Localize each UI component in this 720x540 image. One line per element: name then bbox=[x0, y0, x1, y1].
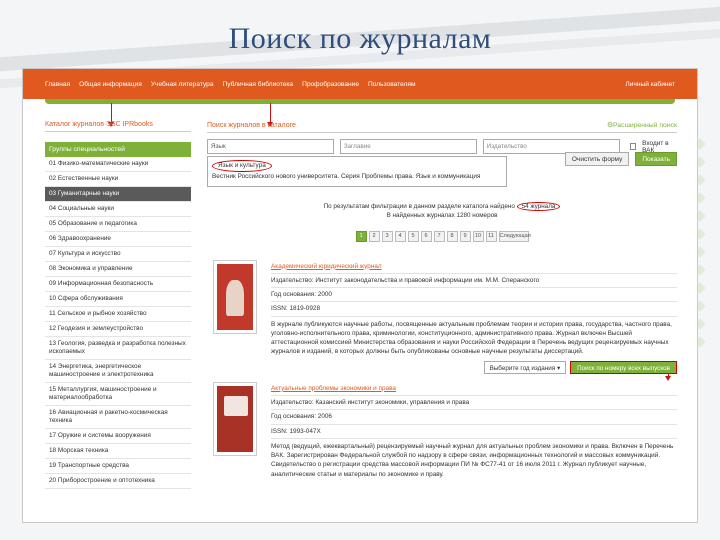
nav-item-account[interactable]: Личный кабинет bbox=[625, 81, 675, 88]
journal-year: Год основания: 2006 bbox=[271, 410, 677, 425]
journal-year: Год основания: 2000 bbox=[271, 288, 677, 303]
page-6[interactable]: 6 bbox=[420, 230, 432, 242]
result-issues: В найденных журналах 1280 номеров bbox=[386, 211, 498, 219]
catalog-sidebar: Каталог журналов ЭБС IPRbooks Группы спе… bbox=[45, 121, 191, 489]
sidebar-item-08[interactable]: 08 Экономика и управление bbox=[45, 262, 191, 277]
advanced-search-link[interactable]: Расширенный поиск bbox=[607, 121, 677, 129]
journal-entry: Актуальные проблемы экономики и права Из… bbox=[207, 381, 677, 479]
sidebar-item-11[interactable]: 11 Сельское и рыбное хозяйство bbox=[45, 307, 191, 322]
nav-item-public-library[interactable]: Публичная библиотека bbox=[223, 81, 294, 88]
search-main: Поиск журналов в каталоге Расширенный по… bbox=[207, 121, 677, 479]
sidebar-item-05[interactable]: 05 Образование и педагогика bbox=[45, 217, 191, 232]
journal-issn: ISSN: 1819-0928 bbox=[271, 302, 677, 317]
journal-actions: Выберите год издания Поиск по номеру все… bbox=[271, 360, 677, 374]
website-screenshot: Главная Общая информация Учебная литерат… bbox=[22, 68, 698, 523]
page-1[interactable]: 1 bbox=[355, 230, 367, 242]
page-9[interactable]: 9 bbox=[459, 230, 471, 242]
journal-description: Метод (ведущий, ежеквартальный) рецензир… bbox=[271, 442, 674, 478]
form-buttons: Очистить форму Показать bbox=[564, 152, 677, 166]
sidebar-item-06[interactable]: 06 Здравоохранение bbox=[45, 232, 191, 247]
sidebar-item-18[interactable]: 18 Морская техника bbox=[45, 444, 191, 459]
top-navigation: Главная Общая информация Учебная литерат… bbox=[23, 69, 697, 99]
sidebar-item-10[interactable]: 10 Сфера обслуживания bbox=[45, 292, 191, 307]
journal-cover[interactable] bbox=[213, 381, 257, 456]
page-5[interactable]: 5 bbox=[407, 230, 419, 242]
search-header: Поиск журналов в каталоге Расширенный по… bbox=[207, 121, 677, 133]
result-summary: По результатам фильтрации в данном разде… bbox=[207, 201, 677, 211]
slide-title: Поиск по журналам bbox=[228, 22, 492, 55]
show-button[interactable]: Показать bbox=[635, 152, 677, 166]
sidebar-header: Группы специальностей bbox=[45, 142, 191, 157]
search-title: Поиск журналов в каталоге bbox=[207, 121, 296, 129]
nav-item-textbooks[interactable]: Учебная литература bbox=[151, 81, 214, 88]
sidebar-item-19[interactable]: 19 Транспортные средства bbox=[45, 459, 191, 474]
autocomplete-selected-row[interactable]: Язык и культура bbox=[212, 160, 502, 173]
red-arrow-left bbox=[108, 103, 114, 127]
sidebar-item-02[interactable]: 02 Естественные науки bbox=[45, 172, 191, 187]
nav-item-users[interactable]: Пользователям bbox=[368, 81, 415, 88]
journal-entry: Академический юридический журнал Издател… bbox=[207, 259, 677, 374]
sidebar-item-13[interactable]: 13 Геология, разведка и разработка полез… bbox=[45, 337, 191, 360]
search-issues-button[interactable]: Поиск по номеру всех выпусков bbox=[570, 360, 677, 374]
pagination: 1 2 3 4 5 6 7 8 9 10 11 Следующая bbox=[207, 230, 677, 242]
page-8[interactable]: 8 bbox=[446, 230, 458, 242]
journal-description: В журнале публикуются научные работы, по… bbox=[271, 320, 672, 356]
sidebar-item-07[interactable]: 07 Культура и искусство bbox=[45, 247, 191, 262]
sidebar-item-12[interactable]: 12 Геодезия и землеустройство bbox=[45, 322, 191, 337]
sidebar-title: Каталог журналов ЭБС IPRbooks bbox=[45, 121, 191, 132]
nav-item-prof-education[interactable]: Профобразование bbox=[302, 81, 359, 88]
autocomplete-dropdown: Язык и культура Вестник Российского ново… bbox=[207, 156, 507, 187]
page-7[interactable]: 7 bbox=[433, 230, 445, 242]
year-select[interactable]: Выберите год издания bbox=[483, 360, 567, 374]
result-text: По результатам фильтрации в данном разде… bbox=[323, 202, 515, 210]
sidebar-item-15[interactable]: 15 Металлургия, машиностроение и материа… bbox=[45, 383, 191, 406]
sidebar-item-09[interactable]: 09 Информационная безопасность bbox=[45, 277, 191, 292]
autocomplete-option[interactable]: Вестник Российского нового университета.… bbox=[212, 172, 502, 182]
journal-publisher: Издательство: Институт законодательства … bbox=[271, 274, 677, 289]
page-2[interactable]: 2 bbox=[368, 230, 380, 242]
clear-form-button[interactable]: Очистить форму bbox=[564, 152, 630, 166]
nav-item-home[interactable]: Главная bbox=[45, 81, 70, 88]
autocomplete-selected: Язык и культура bbox=[212, 160, 272, 173]
journal-details: Академический юридический журнал Издател… bbox=[271, 260, 677, 374]
page-11[interactable]: 11 bbox=[485, 230, 497, 242]
journal-issn: ISSN: 1993-047X bbox=[271, 425, 677, 439]
journal-title-link[interactable]: Академический юридический журнал bbox=[271, 263, 382, 270]
search-input[interactable]: Язык bbox=[207, 139, 334, 154]
page-3[interactable]: 3 bbox=[381, 230, 393, 242]
sidebar-item-04[interactable]: 04 Социальные науки bbox=[45, 202, 191, 217]
sidebar-item-01[interactable]: 01 Физико-математические науки bbox=[45, 157, 191, 172]
nav-underline bbox=[45, 99, 675, 104]
sidebar-item-16[interactable]: 16 Авиационная и ракетно-космическая тех… bbox=[45, 406, 191, 429]
next-page-button[interactable]: Следующая bbox=[498, 230, 531, 242]
journal-cover[interactable] bbox=[213, 259, 257, 334]
vak-checkbox[interactable] bbox=[629, 143, 637, 150]
nav-item-general-info[interactable]: Общая информация bbox=[79, 81, 142, 88]
result-count: 54 журнала bbox=[516, 201, 561, 211]
red-arrow-right bbox=[267, 103, 273, 127]
sidebar-item-17[interactable]: 17 Оружие и системы вооружения bbox=[45, 429, 191, 444]
page-10[interactable]: 10 bbox=[472, 230, 484, 242]
journal-details: Актуальные проблемы экономики и права Из… bbox=[271, 382, 677, 479]
page-4[interactable]: 4 bbox=[394, 230, 406, 242]
sidebar-item-20[interactable]: 20 Приборостроение и оптотехника bbox=[45, 474, 191, 489]
journal-publisher: Издательство: Казанский институт экономи… bbox=[271, 396, 677, 411]
journal-title-link[interactable]: Актуальные проблемы экономики и права bbox=[271, 385, 396, 392]
title-field[interactable]: Заглавие bbox=[339, 139, 477, 154]
sidebar-item-03[interactable]: 03 Гуманитарные науки bbox=[45, 187, 191, 202]
sidebar-item-14[interactable]: 14 Энергетика, энергетическое машиностро… bbox=[45, 360, 191, 383]
